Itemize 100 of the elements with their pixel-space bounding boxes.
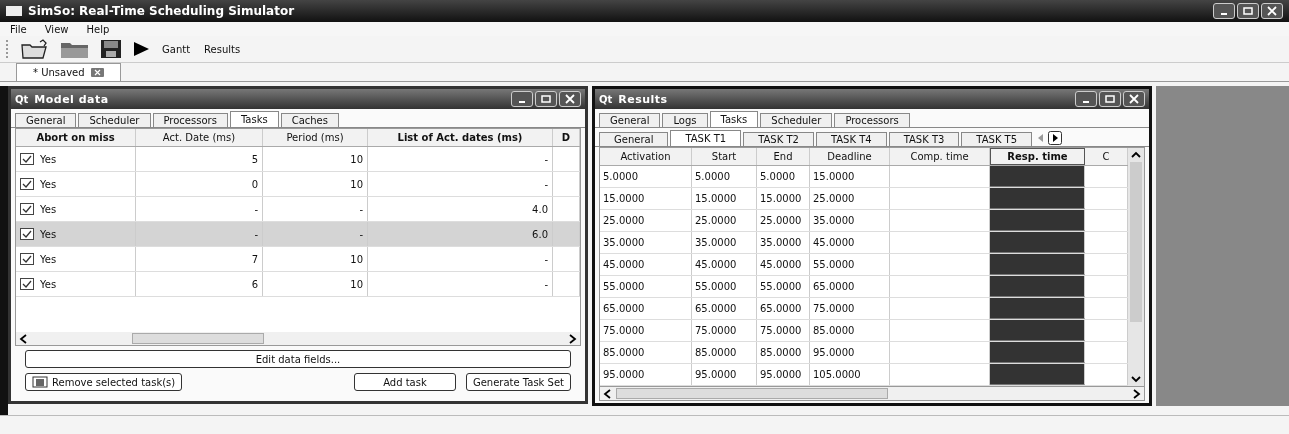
tab[interactable]: Caches	[280, 113, 339, 127]
close-icon	[565, 94, 575, 104]
column-header[interactable]: D	[553, 129, 580, 146]
scroll-down-icon[interactable]	[1130, 374, 1142, 384]
edit-data-fields-button[interactable]: Edit data fields...	[25, 350, 571, 368]
tab[interactable]: Tasks	[709, 111, 759, 127]
maximize-button[interactable]	[1099, 91, 1121, 107]
table-cell: 75.0000	[600, 320, 692, 341]
table-cell: 75.0000	[810, 298, 890, 319]
column-header[interactable]: Abort on miss	[16, 129, 136, 146]
maximize-button[interactable]	[535, 91, 557, 107]
window-title: Results	[618, 92, 668, 106]
table-cell: 25.0000	[692, 210, 757, 231]
checkbox[interactable]	[20, 253, 34, 265]
save-icon[interactable]	[100, 39, 122, 59]
tab[interactable]: Tasks	[229, 111, 279, 127]
tab[interactable]: Logs	[662, 113, 708, 127]
table-cell: 65.0000	[692, 298, 757, 319]
table-cell: 7	[136, 247, 263, 271]
tab[interactable]: Processors	[152, 113, 228, 127]
checkbox[interactable]	[20, 203, 34, 215]
table-cell: Yes	[40, 278, 57, 290]
scroll-right-icon[interactable]	[1048, 131, 1063, 145]
tab[interactable]: TASK T5	[961, 132, 1033, 146]
table-row[interactable]: Yes 5 10 -	[16, 147, 580, 172]
scroll-up-icon[interactable]	[1130, 150, 1142, 160]
column-header[interactable]: Start	[692, 148, 757, 165]
menu-item[interactable]: View	[44, 23, 69, 35]
column-header[interactable]: Resp. time	[990, 148, 1085, 165]
column-header[interactable]: Comp. time	[890, 148, 990, 165]
remove-tasks-button[interactable]: Remove selected task(s)	[25, 373, 183, 391]
table-cell: 55.0000	[600, 276, 692, 297]
maximize-button[interactable]	[1237, 3, 1259, 19]
table-cell: 95.0000	[600, 364, 692, 385]
checkbox[interactable]	[20, 178, 34, 190]
scrollbar-thumb[interactable]	[616, 388, 888, 399]
minimize-button[interactable]	[1075, 91, 1097, 107]
new-folder-icon[interactable]	[20, 39, 50, 59]
menu-item[interactable]: Help	[86, 23, 110, 35]
table-cell: 0	[136, 172, 263, 196]
close-button[interactable]	[1261, 3, 1283, 19]
scrollbar-thumb[interactable]	[1130, 162, 1142, 322]
toolbar-grip[interactable]	[6, 40, 10, 58]
tab[interactable]: Scheduler	[78, 113, 151, 127]
column-header[interactable]: List of Act. dates (ms)	[368, 129, 553, 146]
table-cell: -	[368, 272, 553, 296]
generate-task-set-button[interactable]: Generate Task Set	[465, 373, 571, 391]
horizontal-scrollbar[interactable]	[16, 332, 580, 345]
column-header[interactable]: Activation	[600, 148, 692, 165]
table-cell: -	[368, 172, 553, 196]
table-cell: -	[263, 197, 368, 221]
table-row[interactable]: Yes 0 10 -	[16, 172, 580, 197]
toolbar-button[interactable]: Gantt	[160, 43, 193, 55]
tab[interactable]: Scheduler	[760, 113, 833, 127]
column-header[interactable]: Deadline	[810, 148, 890, 165]
checkbox[interactable]	[20, 228, 34, 240]
close-icon	[1129, 94, 1139, 104]
window-title: Model data	[34, 92, 109, 106]
add-task-button[interactable]: Add task	[353, 373, 456, 391]
horizontal-scrollbar[interactable]	[599, 386, 1145, 401]
table-cell: 45.0000	[757, 254, 810, 275]
vertical-scrollbar[interactable]	[1128, 148, 1144, 386]
minimize-button[interactable]	[511, 91, 533, 107]
tab[interactable]: TASK T2	[743, 132, 814, 146]
menu-item[interactable]: File	[10, 23, 27, 35]
close-button[interactable]	[1123, 91, 1145, 107]
toolbar-button[interactable]: Results	[202, 43, 243, 55]
table-row[interactable]: Yes 6 10 -	[16, 272, 580, 297]
tab[interactable]: TASK T3	[888, 132, 960, 146]
tab[interactable]: General	[599, 113, 661, 127]
table-cell: 65.0000	[757, 298, 810, 319]
column-header[interactable]: End	[757, 148, 810, 165]
close-icon[interactable]	[90, 68, 104, 77]
table-cell: 35.0000	[757, 232, 810, 253]
table-cell: 35.0000	[692, 232, 757, 253]
table-cell: 85.0000	[692, 342, 757, 363]
checkbox[interactable]	[20, 278, 34, 290]
table-row[interactable]: Yes - - 6.0	[16, 222, 580, 247]
table-cell: Yes	[40, 253, 57, 265]
checkbox[interactable]	[20, 153, 34, 165]
table-cell: 10	[263, 247, 368, 271]
tab[interactable]: TASK T1	[670, 130, 742, 146]
table-cell: 6.0	[368, 222, 553, 246]
tab[interactable]: General	[15, 113, 77, 127]
table-cell: 10	[263, 147, 368, 171]
table-cell: -	[136, 197, 263, 221]
table-row[interactable]: Yes 7 10 -	[16, 247, 580, 272]
close-button[interactable]	[559, 91, 581, 107]
table-cell: 6	[136, 272, 263, 296]
tab[interactable]: Processors	[834, 113, 910, 127]
document-tab[interactable]: * Unsaved	[16, 63, 121, 81]
play-icon[interactable]	[132, 41, 150, 57]
minimize-button[interactable]	[1213, 3, 1235, 19]
scrollbar-thumb[interactable]	[132, 333, 264, 344]
tab[interactable]: TASK T4	[815, 132, 887, 146]
column-header[interactable]: Act. Date (ms)	[136, 129, 263, 146]
tab[interactable]: General	[599, 132, 669, 146]
table-cell: 35.0000	[600, 232, 692, 253]
column-header[interactable]: Period (ms)	[263, 129, 368, 146]
table-cell: Yes	[40, 153, 57, 165]
